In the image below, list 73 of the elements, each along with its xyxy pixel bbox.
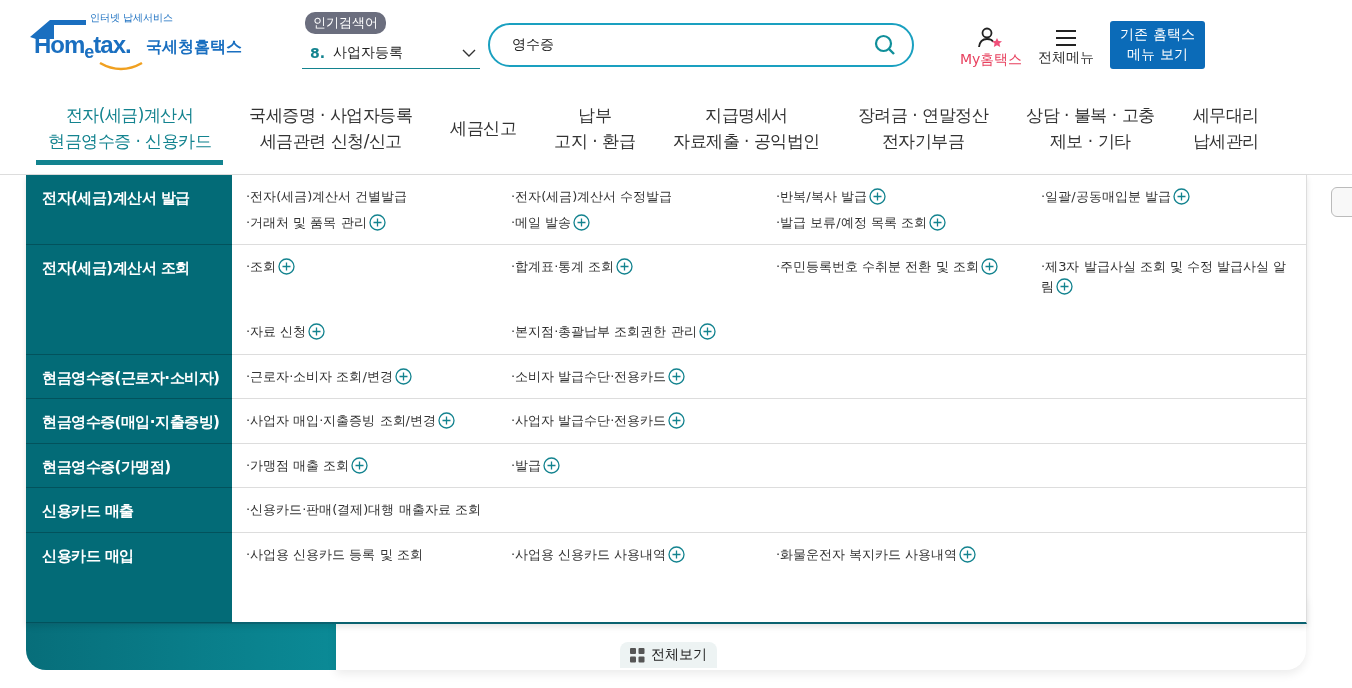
menu-link[interactable]: ·가맹점 매출 조회 [246,455,511,475]
menu-link[interactable]: ·신용카드·판매(결제)대행 매출자료 조회 [246,500,511,520]
grid-icon [630,647,645,663]
plus-circle-icon[interactable] [437,412,455,429]
plus-circle-icon[interactable] [394,367,412,385]
menu-link[interactable]: ·반복/복사 발급 [776,187,1041,207]
plus-circle-icon[interactable] [573,213,591,231]
plus-circle-icon[interactable] [308,323,326,340]
nav-tab[interactable]: 국세증명 · 사업자등록 세금관련 신청/신고 [237,99,425,165]
plus-circle-icon[interactable] [980,258,998,275]
popular-search-dropdown[interactable]: 8. 사업자등록 [302,37,480,69]
menu-link[interactable]: ·화물운전자 복지카드 사용내역 [776,544,1041,564]
classic-menu-button[interactable]: 기존 홈택스 메뉴 보기 [1110,21,1205,69]
menu-link[interactable]: ·일괄/공동매입분 발급 [1041,187,1306,207]
user-star-icon [978,27,1005,49]
menu-link[interactable]: ·조회 [246,257,511,296]
menu-link[interactable]: ·근로자·소비자 조회/변경 [246,366,511,386]
menu-category: 현금영수증(근로자·소비자) [26,354,232,399]
menu-link[interactable]: ·사업자 매입·지출증빙 조회/변경 [246,411,511,431]
menu-link[interactable]: ·사업용 신용카드 등록 및 조회 [246,544,511,564]
nav-tab[interactable]: 납부 고지 · 환급 [542,99,648,165]
menu-category: 현금영수증(가맹점) [26,443,232,488]
plus-circle-icon[interactable] [668,367,686,385]
menu-link[interactable]: ·메일 발송 [511,212,776,232]
menu-icon [1055,29,1078,47]
view-all-button[interactable]: 전체보기 [620,642,717,668]
menu-link[interactable]: ·제3자 발급사실 조회 및 수정 발급사실 알림 [1041,257,1306,296]
plus-circle-icon[interactable] [868,188,886,205]
menu-link[interactable]: ·주민등록번호 수취분 전환 및 조회 [776,257,1041,296]
menu-link[interactable]: ·거래처 및 품목 관리 [246,212,511,232]
nav-tab[interactable]: 장려금 · 연말정산 전자기부금 [845,99,1001,165]
menu-category: 현금영수증(매입·지출증빙) [26,399,232,444]
popular-search-badge: 인기검색어 [305,11,386,34]
plus-circle-icon[interactable] [668,545,686,563]
search-bar[interactable]: 영수증 [488,23,914,67]
menu-link[interactable]: ·본지점·총괄납부 조회권한 관리 [511,322,776,342]
menu-link[interactable]: ·전자(세금)계산서 건별발급 [246,187,511,207]
menu-link[interactable]: ·발급 [511,455,776,475]
plus-circle-icon[interactable] [616,258,634,275]
menu-link[interactable]: ·전자(세금)계산서 수정발급 [511,187,776,207]
logo-tagline: 인터넷 납세서비스 [90,11,174,25]
nav-tab[interactable]: 세무대리 납세관리 [1180,99,1271,165]
search-icon[interactable] [874,34,896,56]
plus-circle-icon[interactable] [1056,277,1073,295]
plus-circle-icon[interactable] [543,456,561,474]
menu-link[interactable]: ·합계표·통계 조회 [511,257,776,296]
smile-icon [98,61,144,71]
menu-link[interactable]: ·발급 보류/예정 목록 조회 [776,212,1041,232]
chevron-down-icon [462,48,476,57]
menu-category: 신용카드 매입 [26,532,232,623]
menu-category: 전자(세금)계산서 발급 [26,175,232,245]
plus-circle-icon[interactable] [698,323,716,340]
plus-circle-icon[interactable] [278,258,296,275]
menu-category: 전자(세금)계산서 조회 [26,245,232,355]
menu-link[interactable]: ·사업자 발급수단·전용카드 [511,411,776,431]
plus-circle-icon[interactable] [928,213,946,231]
plus-circle-icon[interactable] [668,412,686,429]
plus-circle-icon[interactable] [351,456,369,474]
nav-tab[interactable]: 전자(세금)계산서 현금영수증 · 신용카드 [36,99,224,165]
plus-circle-icon[interactable] [959,545,977,563]
menu-link[interactable]: ·사업용 신용카드 사용내역 [511,544,776,564]
menu-link[interactable]: ·자료 신청 [246,322,511,342]
my-hometax-link[interactable]: My홈택스 [960,27,1023,69]
all-menu-link[interactable]: 전체메뉴 [1038,29,1095,67]
plus-circle-icon[interactable] [1172,188,1190,205]
nav-tab[interactable]: 세금신고 [438,111,529,153]
search-field[interactable]: 영수증 [510,36,874,54]
plus-circle-icon[interactable] [368,213,386,231]
menu-link[interactable]: ·소비자 발급수단·전용카드 [511,366,776,386]
logo-name: 국세청홈택스 [146,37,242,58]
menu-category: 신용카드 매출 [26,488,232,533]
nav-tab[interactable]: 지급명세서 자료제출 · 공익법인 [661,99,832,165]
nav-tab[interactable]: 상담 · 불복 · 고충 제보 · 기타 [1014,99,1167,165]
